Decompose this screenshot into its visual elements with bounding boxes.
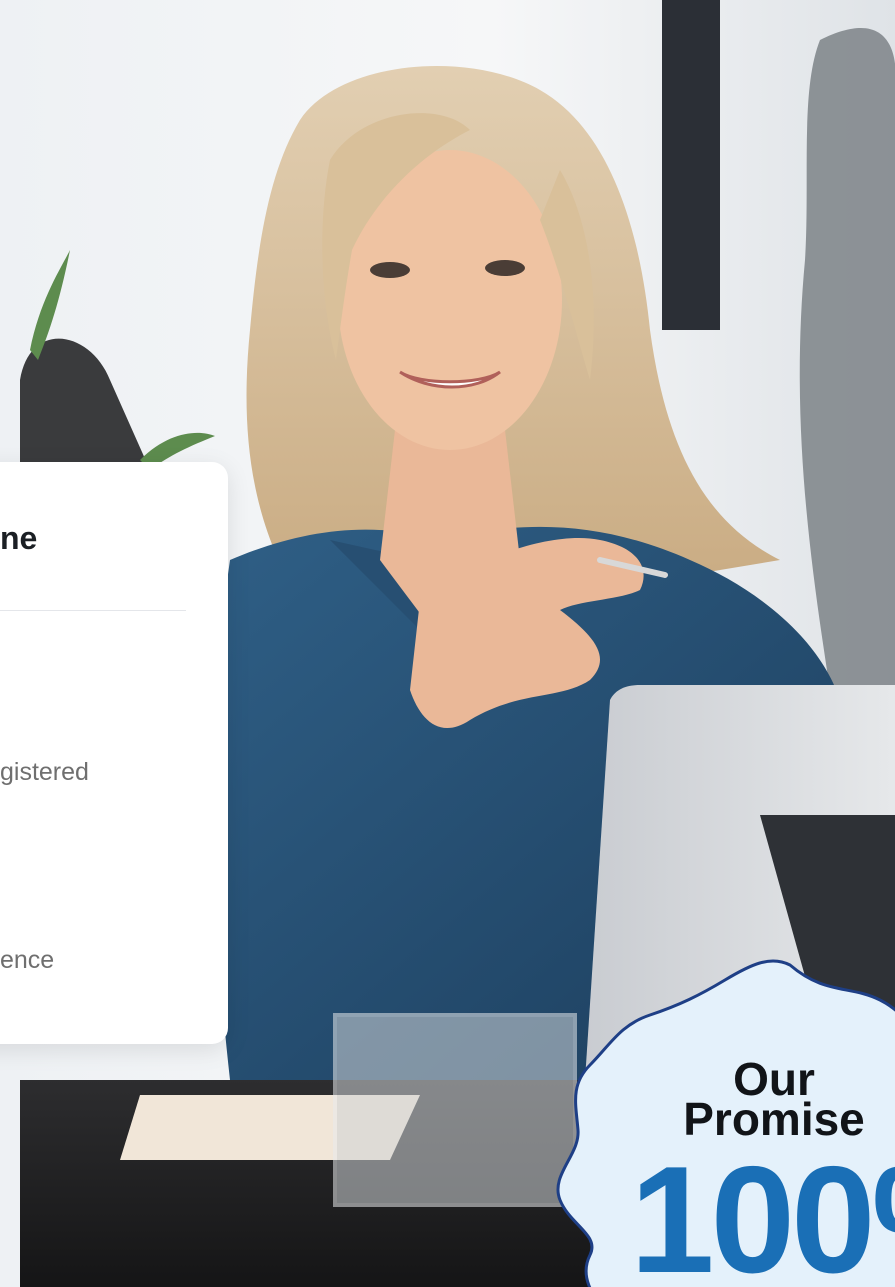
card-text-experience: ence — [0, 946, 55, 974]
badge-percent-value: 100% — [630, 1135, 895, 1287]
card-heading: ne — [0, 520, 38, 556]
hero-section: ne gistered ence Our Promise 100% — [0, 0, 895, 1287]
card-text-registered: gistered — [0, 758, 89, 786]
badge-title-line-2: Promise — [683, 1093, 865, 1145]
info-card: ne gistered ence — [0, 462, 228, 1044]
card-divider — [0, 610, 186, 611]
badge-title: Our Promise — [550, 1056, 895, 1145]
promise-badge: Our Promise 100% — [550, 955, 895, 1287]
